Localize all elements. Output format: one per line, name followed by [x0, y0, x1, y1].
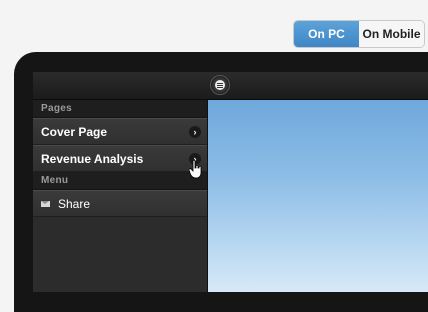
menu-header: Menu — [33, 172, 207, 190]
page-item-cover-page[interactable]: Cover Page › — [33, 118, 207, 145]
view-toggle: On PC On Mobile — [293, 20, 425, 48]
on-mobile-button[interactable]: On Mobile — [359, 21, 424, 47]
hand-cursor-icon — [189, 160, 202, 179]
menu-item-share[interactable]: Share — [33, 190, 207, 217]
pages-header: Pages — [33, 100, 207, 118]
page-item-label: Revenue Analysis — [41, 151, 144, 166]
app-screen: Pages Cover Page › Revenue Analysis › Me… — [33, 72, 428, 292]
on-pc-button[interactable]: On PC — [294, 21, 359, 47]
page-item-label: Cover Page — [41, 124, 108, 139]
menu-toggle-button[interactable] — [210, 75, 230, 95]
top-bar — [33, 72, 428, 100]
menu-icon — [215, 80, 225, 90]
chevron-right-icon: › — [189, 126, 201, 138]
side-panel: Pages Cover Page › Revenue Analysis › Me… — [33, 100, 208, 292]
menu-item-label: Share — [58, 196, 91, 211]
page-content — [208, 100, 428, 292]
page-item-revenue-analysis[interactable]: Revenue Analysis › — [33, 145, 207, 172]
mail-icon — [41, 200, 50, 207]
